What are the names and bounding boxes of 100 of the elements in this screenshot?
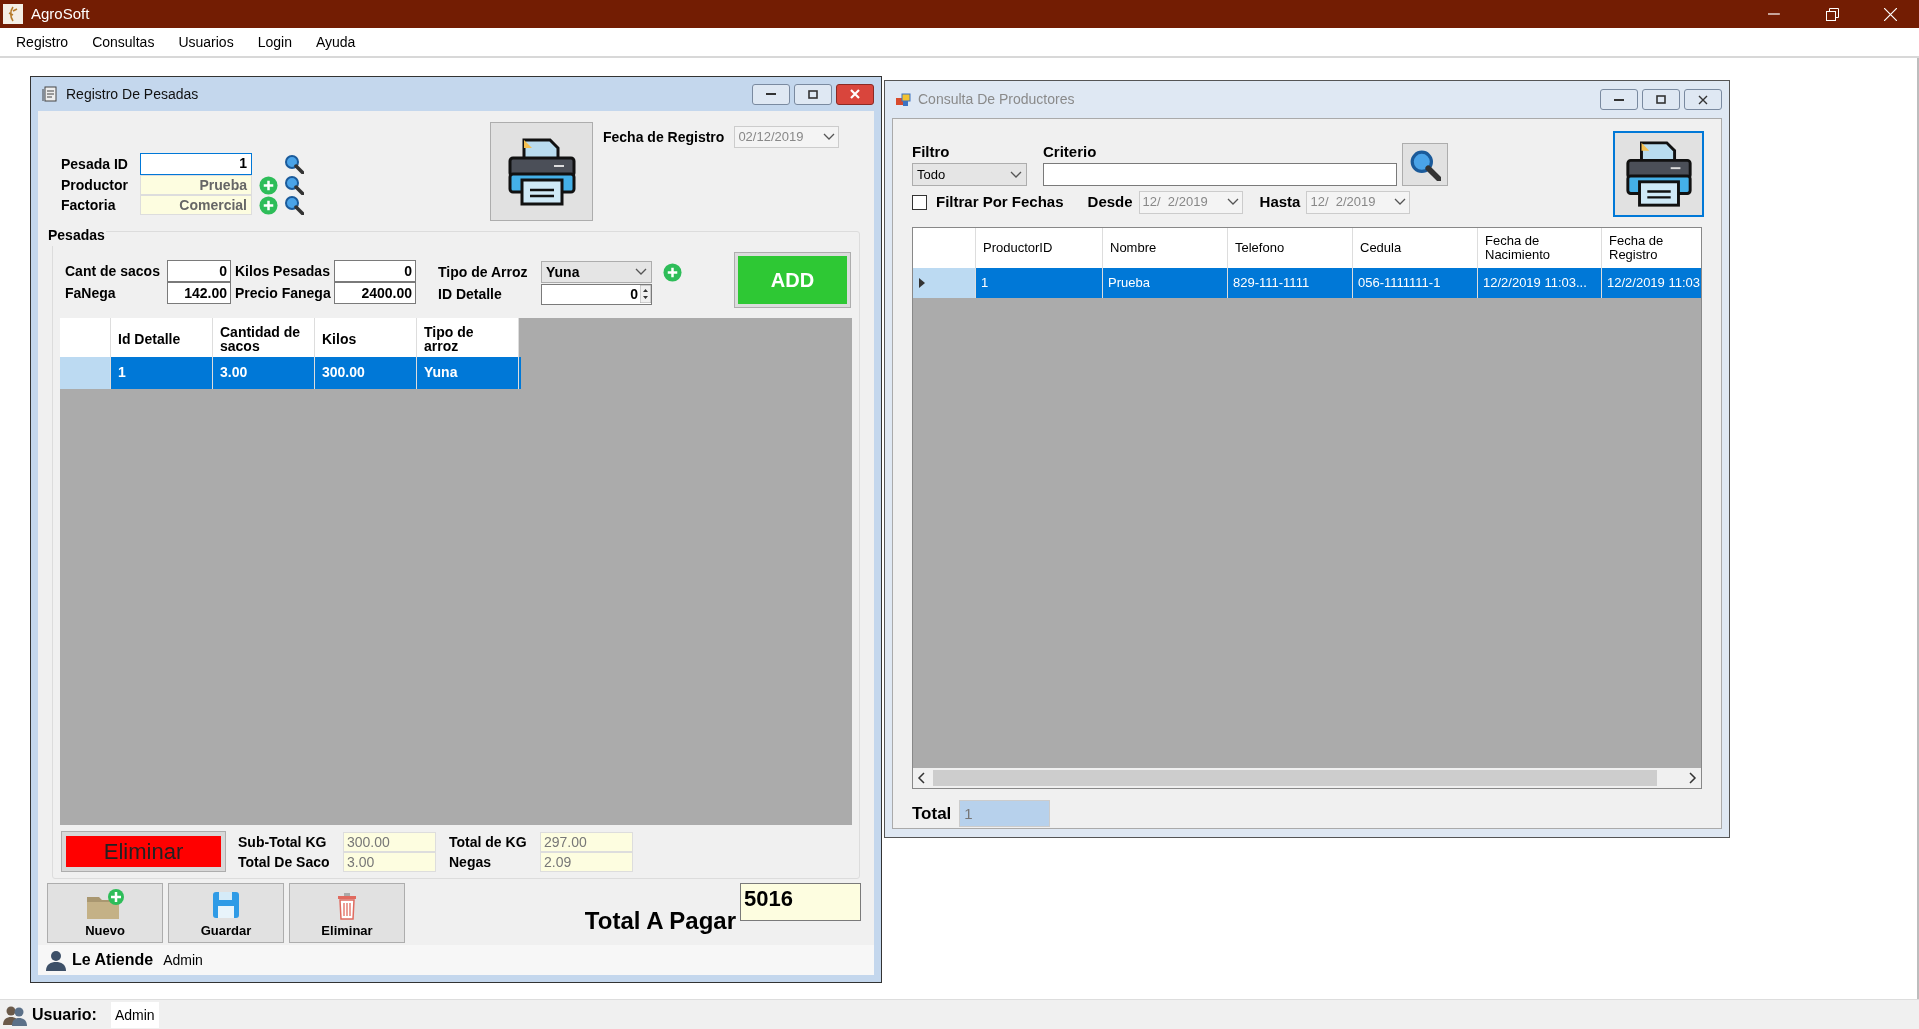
column-header[interactable]: Telefono xyxy=(1228,228,1353,268)
dropdown[interactable]: Yuna xyxy=(541,261,652,283)
search-icon xyxy=(1409,148,1441,181)
input-field: 3.00 xyxy=(343,852,436,872)
column-header[interactable]: Nombre xyxy=(1103,228,1228,268)
close-icon xyxy=(850,89,860,99)
field-label: Total De Saco xyxy=(238,852,331,872)
field-label: FaNega xyxy=(64,285,117,301)
table-cell: 12/2/2019 11:03... xyxy=(1478,268,1602,298)
field-label: ID Detalle xyxy=(438,284,503,304)
window-title: Registro De Pesadas xyxy=(66,84,199,104)
input-field: 2.09 xyxy=(540,852,633,872)
status-label: Usuario: xyxy=(32,1004,97,1025)
input-field[interactable]: 0 xyxy=(334,260,416,282)
dropdown-caret-icon[interactable] xyxy=(823,133,836,141)
search-icon[interactable] xyxy=(284,154,304,174)
input-field[interactable]: 1 xyxy=(140,153,252,175)
input-field[interactable]: 2400.00 xyxy=(334,282,416,304)
menu-item[interactable]: Login xyxy=(245,31,304,53)
table-row[interactable]: 1 Prueba 829-111-1111 056-1111111-1 12/2/2019 11:03... 12/2/2019 11:03 xyxy=(913,268,1701,298)
menu-item[interactable]: Registro xyxy=(4,31,81,53)
dropdown-caret-icon[interactable] xyxy=(1394,198,1407,206)
dropdown-caret-icon[interactable] xyxy=(635,268,647,276)
toolbar-button[interactable]: Eliminar xyxy=(289,883,405,943)
input-field[interactable]: 142.00 xyxy=(167,282,231,304)
toolbar-button[interactable]: Nuevo xyxy=(47,883,163,943)
dropdown[interactable]: Todo xyxy=(912,163,1027,186)
input-field[interactable]: 0 xyxy=(167,260,231,282)
table-cell: 1 xyxy=(976,268,1103,298)
search-icon[interactable] xyxy=(284,175,304,195)
minimize-button[interactable] xyxy=(1600,89,1638,110)
column-header[interactable]: Cedula xyxy=(1353,228,1478,268)
minimize-icon xyxy=(766,93,776,95)
column-header[interactable]: Id Detalle xyxy=(111,318,213,357)
table-cell: Prueba xyxy=(1103,268,1228,298)
maximize-button[interactable] xyxy=(1642,89,1680,110)
field-label: Desde xyxy=(1087,191,1133,212)
dropdown-caret-icon[interactable] xyxy=(1226,198,1239,206)
table-cell: 12/2/2019 11:03 xyxy=(1602,268,1701,298)
search-button[interactable] xyxy=(1402,143,1448,186)
field-label: Cant de sacos xyxy=(64,263,161,279)
table-cell: Yuna xyxy=(417,357,519,389)
menu-item[interactable]: Usuarios xyxy=(166,31,246,53)
field-label: Le Atiende xyxy=(72,950,154,970)
column-header[interactable]: Cantidad de sacos xyxy=(213,318,315,357)
table-row[interactable]: 1 3.00 300.00 Yuna xyxy=(60,357,521,389)
field-label: Kilos Pesadas xyxy=(234,263,331,279)
column-header[interactable]: Fecha de Nacimiento xyxy=(1478,228,1602,268)
field-label: Pesada ID xyxy=(61,154,129,174)
menu-item[interactable]: Ayuda xyxy=(303,31,368,53)
field-label: Tipo de Arroz xyxy=(438,262,529,282)
search-icon[interactable] xyxy=(284,195,304,215)
checkbox[interactable] xyxy=(912,194,927,210)
spinner-arrows-icon[interactable] xyxy=(640,285,651,303)
user-name: Admin xyxy=(163,950,203,970)
minimize-button[interactable] xyxy=(752,83,790,105)
input-field[interactable] xyxy=(1043,163,1397,186)
field-label: Criterio xyxy=(1043,142,1098,162)
field-label: Total de KG xyxy=(449,832,528,852)
user-icon xyxy=(45,949,67,971)
input-field: 300.00 xyxy=(343,832,436,852)
horizontal-scrollbar[interactable] xyxy=(913,768,1701,788)
field-label: Sub-Total KG xyxy=(238,832,328,852)
table-cell: 1 xyxy=(111,357,213,389)
print-button[interactable] xyxy=(490,122,593,221)
maximize-icon xyxy=(1656,95,1666,104)
column-header[interactable]: ProductorID xyxy=(976,228,1103,268)
checkbox-label[interactable]: Filtrar Por Fechas xyxy=(936,190,1064,214)
column-header[interactable]: Kilos xyxy=(315,318,417,357)
field-label: Total xyxy=(912,802,952,825)
restore-icon xyxy=(1825,7,1839,21)
column-header[interactable]: Tipo de arroz xyxy=(417,318,519,357)
maximize-button[interactable] xyxy=(794,83,832,105)
print-button[interactable] xyxy=(1613,131,1704,217)
maximize-icon xyxy=(808,89,818,99)
table-cell: 056-1111111-1 xyxy=(1353,268,1478,298)
field-label: Fecha de Registro xyxy=(603,128,725,147)
toolbar-button[interactable]: Guardar xyxy=(168,883,284,943)
user-name: Admin xyxy=(110,1001,159,1028)
table-cell: 300.00 xyxy=(315,357,417,389)
delete-button[interactable]: Eliminar xyxy=(62,832,225,871)
field-label: Negas xyxy=(449,852,493,872)
current-row-icon xyxy=(919,278,925,288)
menu-item[interactable]: Consultas xyxy=(80,31,167,53)
number-spinner[interactable]: 0 xyxy=(541,283,652,305)
total-label: Total A Pagar xyxy=(584,906,736,936)
column-header[interactable]: Fecha de Registro xyxy=(1602,228,1701,268)
folder-add-icon xyxy=(85,888,125,921)
close-button[interactable] xyxy=(836,83,874,105)
minimize-icon xyxy=(1614,98,1624,101)
field-label: Hasta xyxy=(1259,191,1301,212)
app-icon xyxy=(3,4,23,24)
total-field: 1 xyxy=(959,800,1051,827)
window-icon xyxy=(895,91,911,108)
dropdown-caret-icon[interactable] xyxy=(1010,170,1022,179)
field-label: Precio Fanega xyxy=(234,285,332,301)
input-field[interactable]: Comercial xyxy=(140,195,252,215)
input-field[interactable]: Prueba xyxy=(140,175,252,195)
row-header xyxy=(60,318,111,357)
close-icon xyxy=(1698,94,1708,105)
